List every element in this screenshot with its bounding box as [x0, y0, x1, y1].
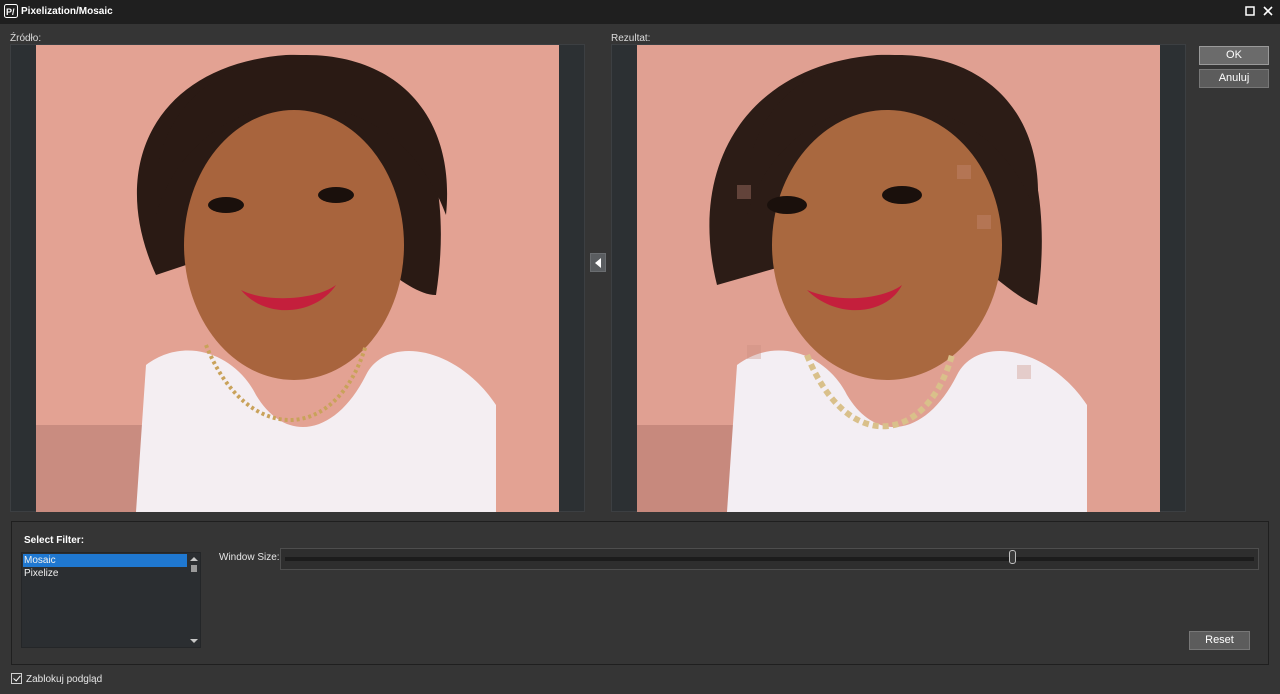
result-label: Rezultat:	[611, 33, 651, 44]
pv-app-icon: P/	[4, 4, 18, 18]
close-icon[interactable]	[1261, 4, 1275, 18]
select-filter-label: Select Filter:	[24, 535, 85, 546]
scroll-thumb[interactable]	[191, 565, 197, 572]
filter-item-mosaic[interactable]: Mosaic	[23, 554, 187, 567]
result-image	[637, 45, 1160, 512]
window-size-slider[interactable]	[280, 548, 1259, 570]
result-preview-pane	[611, 44, 1186, 512]
source-preview-pane	[10, 44, 585, 512]
svg-text:P/: P/	[6, 7, 15, 17]
title-bar: P/ Pixelization/Mosaic	[0, 0, 1280, 24]
reset-button[interactable]: Reset	[1189, 631, 1250, 650]
slider-groove	[285, 557, 1254, 561]
slider-handle[interactable]	[1008, 550, 1016, 564]
filter-list-scrollbar[interactable]	[188, 553, 200, 647]
lock-preview-checkbox[interactable]	[11, 673, 22, 684]
source-label: Źródło:	[10, 33, 42, 44]
filter-item-pixelize[interactable]: Pixelize	[23, 567, 187, 580]
filter-list[interactable]: Mosaic Pixelize	[21, 552, 201, 648]
maximize-icon[interactable]	[1243, 4, 1257, 18]
window-size-label: Window Size:	[219, 552, 280, 563]
arrow-left-icon[interactable]	[590, 253, 606, 272]
filter-settings-panel: Select Filter: Mosaic Pixelize Window Si…	[11, 521, 1269, 665]
source-image	[36, 45, 559, 512]
ok-button[interactable]: OK	[1199, 46, 1269, 65]
scroll-up-icon[interactable]	[190, 557, 198, 561]
lock-preview-label: Zablokuj podgląd	[26, 674, 103, 685]
cancel-button[interactable]: Anuluj	[1199, 69, 1269, 88]
scroll-down-icon[interactable]	[190, 639, 198, 643]
window-title: Pixelization/Mosaic	[21, 6, 113, 17]
